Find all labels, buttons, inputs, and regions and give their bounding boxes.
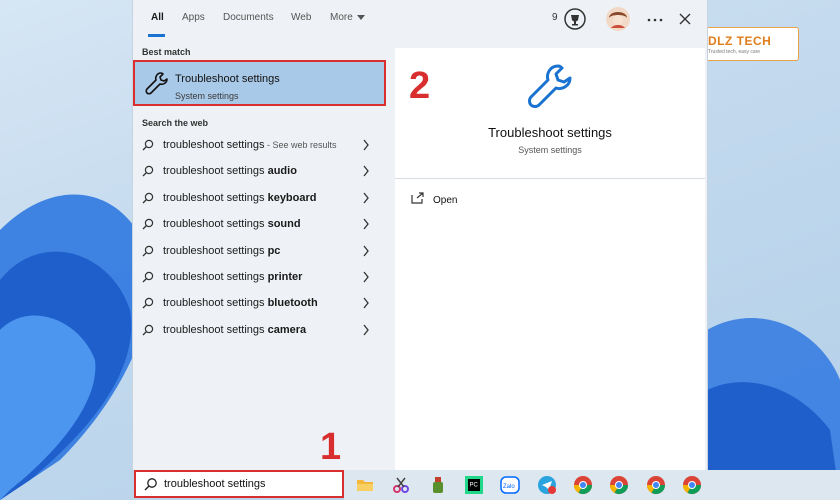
chrome-icon[interactable] xyxy=(573,475,593,495)
taskbar: PC Zalo xyxy=(344,470,840,500)
tab-documents[interactable]: Documents xyxy=(223,12,274,23)
open-action[interactable]: Open xyxy=(433,195,457,206)
tab-apps[interactable]: Apps xyxy=(182,12,205,23)
chevron-right-icon xyxy=(363,165,369,177)
zalo-icon[interactable]: Zalo xyxy=(500,475,520,495)
web-suggestion-item[interactable]: troubleshoot settings - See web results xyxy=(133,134,385,158)
rewards-trophy-icon[interactable] xyxy=(564,8,586,30)
web-suggestion-text: troubleshoot settings camera xyxy=(163,324,306,336)
telegram-icon[interactable] xyxy=(537,475,557,495)
preview-wrench-icon xyxy=(528,64,572,108)
search-icon xyxy=(142,245,154,257)
chevron-right-icon xyxy=(363,139,369,151)
chevron-down-icon xyxy=(356,14,365,20)
web-suggestion-text: troubleshoot settings - See web results xyxy=(163,139,337,151)
tab-web[interactable]: Web xyxy=(291,12,311,23)
suggestion-bold: bluetooth xyxy=(267,297,318,310)
search-icon xyxy=(142,218,154,230)
avatar[interactable] xyxy=(605,6,631,32)
suggestion-bold: camera xyxy=(267,323,307,336)
snipping-tool-icon[interactable] xyxy=(391,475,411,495)
preview-divider xyxy=(395,178,705,179)
rewards-count: 9 xyxy=(552,12,558,23)
search-web-label: Search the web xyxy=(142,118,209,128)
close-icon[interactable] xyxy=(679,13,691,25)
suggestion-bold: pc xyxy=(267,244,281,257)
web-suggestion-text: troubleshoot settings sound xyxy=(163,218,301,230)
search-tabs-bar: All Apps Documents Web More 9 xyxy=(133,0,707,40)
web-suggestion-item[interactable]: troubleshoot settings sound xyxy=(133,213,385,237)
chevron-right-icon xyxy=(363,324,369,336)
preview-subtitle: System settings xyxy=(518,145,582,155)
web-suggestion-item[interactable]: troubleshoot settings keyboard xyxy=(133,187,385,211)
tab-more[interactable]: More xyxy=(330,12,365,23)
best-match-subtitle: System settings xyxy=(175,91,239,101)
tab-more-label: More xyxy=(330,12,353,23)
pycharm-icon[interactable]: PC xyxy=(464,475,484,495)
suggestion-prefix: troubleshoot settings xyxy=(163,165,268,178)
suggestion-bold: audio xyxy=(267,165,297,178)
cleaner-icon[interactable] xyxy=(428,475,448,495)
logo-tagline: Trusted tech, easy care xyxy=(708,49,761,55)
web-suggestion-item[interactable]: troubleshoot settings bluetooth xyxy=(133,292,385,316)
web-suggestion-item[interactable]: troubleshoot settings printer xyxy=(133,266,385,290)
suggestion-prefix: troubleshoot settings xyxy=(163,244,268,257)
active-tab-indicator xyxy=(148,34,165,37)
chevron-right-icon xyxy=(363,192,369,204)
best-match-title: Troubleshoot settings xyxy=(175,73,280,85)
web-suggestion-text: troubleshoot settings bluetooth xyxy=(163,297,318,309)
search-icon xyxy=(142,192,154,204)
suggestion-bold: keyboard xyxy=(267,191,317,204)
chevron-right-icon xyxy=(363,218,369,230)
file-explorer-icon[interactable] xyxy=(355,475,375,495)
ellipsis-icon[interactable] xyxy=(647,17,663,23)
suggestion-prefix: troubleshoot settings xyxy=(163,139,265,151)
web-suggestion-text: troubleshoot settings printer xyxy=(163,271,302,283)
suggestion-bold: sound xyxy=(267,218,301,231)
search-icon xyxy=(142,298,154,309)
suggestion-prefix: troubleshoot settings xyxy=(163,218,268,231)
chrome-icon[interactable] xyxy=(682,475,702,495)
search-icon xyxy=(142,324,154,336)
taskbar-search-box[interactable] xyxy=(134,470,344,498)
web-suggestion-text: troubleshoot settings keyboard xyxy=(163,192,317,204)
suggestion-prefix: troubleshoot settings xyxy=(163,323,268,336)
logo-brand: DLZ TECH xyxy=(708,34,772,48)
tab-all[interactable]: All xyxy=(151,12,164,23)
web-suggestion-text: troubleshoot settings audio xyxy=(163,165,297,177)
wrench-icon xyxy=(145,72,168,95)
suggestion-prefix: troubleshoot settings xyxy=(163,191,268,204)
suggestion-prefix: troubleshoot settings xyxy=(163,271,268,283)
search-icon xyxy=(142,139,154,151)
chrome-icon[interactable] xyxy=(609,475,629,495)
step-1-marker: 1 xyxy=(320,426,342,468)
search-input[interactable] xyxy=(164,474,334,494)
search-icon xyxy=(142,271,154,283)
chevron-right-icon xyxy=(363,297,369,309)
web-suggestion-item[interactable]: troubleshoot settings audio xyxy=(133,160,385,184)
web-suggestion-item[interactable]: troubleshoot settings pc xyxy=(133,240,385,264)
step-2-marker: 2 xyxy=(409,65,431,107)
suggestion-bold: printer xyxy=(267,271,303,283)
chevron-right-icon xyxy=(363,245,369,256)
suggestion-suffix: - See web results xyxy=(264,140,337,150)
svg-text:PC: PC xyxy=(470,483,479,489)
search-icon xyxy=(144,478,157,491)
open-icon xyxy=(411,192,424,204)
chrome-icon[interactable] xyxy=(646,475,666,495)
best-match-item[interactable]: Troubleshoot settings System settings xyxy=(133,60,386,106)
search-icon xyxy=(142,166,154,177)
suggestion-prefix: troubleshoot settings xyxy=(163,297,268,310)
preview-title: Troubleshoot settings xyxy=(488,125,612,140)
preview-pane: Troubleshoot settings System settings Op… xyxy=(395,48,705,470)
web-suggestion-item[interactable]: troubleshoot settings camera xyxy=(133,319,385,343)
web-suggestion-text: troubleshoot settings pc xyxy=(163,245,280,257)
svg-text:Zalo: Zalo xyxy=(503,484,515,490)
best-match-label: Best match xyxy=(142,47,191,57)
chevron-right-icon xyxy=(363,271,369,283)
